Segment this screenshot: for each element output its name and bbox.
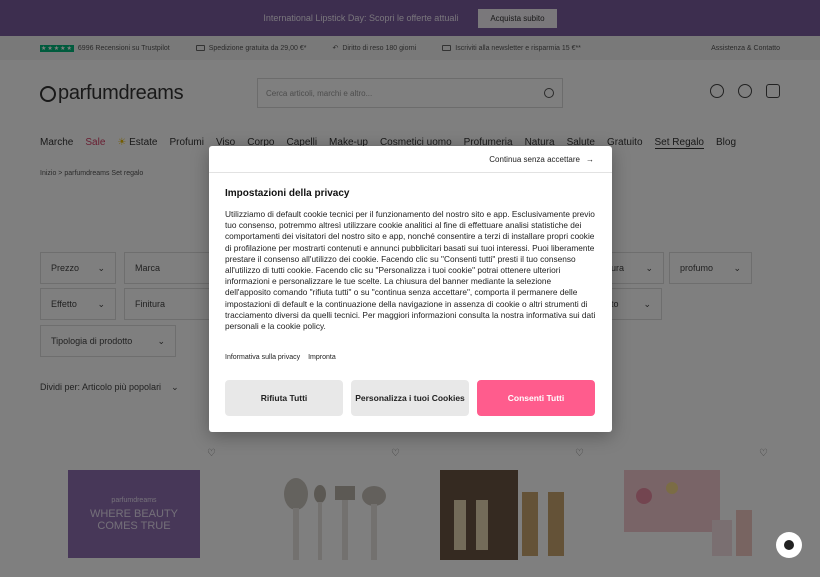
- arrow-right-icon[interactable]: →: [586, 155, 594, 164]
- modal-title: Impostazioni della privacy: [225, 188, 350, 199]
- chat-bubble-icon: [784, 540, 794, 550]
- modal-header: Continua senza accettare →: [209, 146, 612, 173]
- chat-widget-button[interactable]: [776, 532, 802, 558]
- modal-links: Informativa sulla privacy Impronta: [225, 354, 336, 361]
- privacy-policy-link[interactable]: Informativa sulla privacy: [225, 354, 300, 361]
- cookie-consent-dialog: Continua senza accettare → Impostazioni …: [209, 146, 612, 432]
- reject-all-button[interactable]: Rifiuta Tutti: [225, 380, 343, 416]
- customize-cookies-button[interactable]: Personalizza i tuoi Cookies: [351, 380, 469, 416]
- modal-body-text: Utilizziamo di default cookie tecnici pe…: [225, 209, 596, 332]
- imprint-link[interactable]: Impronta: [308, 354, 336, 361]
- accept-all-button[interactable]: Consenti Tutti: [477, 380, 595, 416]
- continue-without-accepting-link[interactable]: Continua senza accettare: [489, 155, 580, 164]
